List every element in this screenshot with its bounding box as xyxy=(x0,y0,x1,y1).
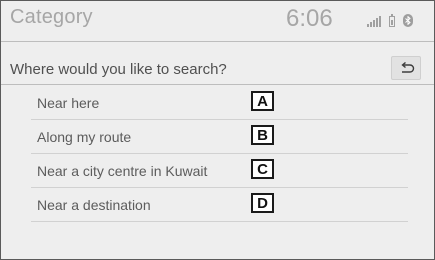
option-near-here[interactable]: Near here A xyxy=(31,85,408,120)
signal-strength-icon xyxy=(367,15,381,27)
clock: 6:06 xyxy=(286,5,333,32)
option-along-my-route[interactable]: Along my route B xyxy=(31,119,408,154)
option-marker: D xyxy=(251,193,274,213)
status-bar: Category 6:06 xyxy=(1,1,434,42)
option-label: Along my route xyxy=(37,129,132,145)
option-label: Near a city centre in Kuwait xyxy=(37,163,208,179)
bluetooth-icon xyxy=(403,14,413,27)
option-label: Near here xyxy=(37,95,100,111)
option-marker: C xyxy=(251,159,274,179)
back-button[interactable] xyxy=(391,56,421,80)
option-near-destination[interactable]: Near a destination D xyxy=(31,187,408,222)
battery-icon xyxy=(389,14,395,27)
screen-title: Category xyxy=(10,6,93,28)
option-marker: A xyxy=(251,91,274,111)
search-prompt: Where would you like to search? xyxy=(10,61,227,78)
option-marker: B xyxy=(251,125,274,145)
status-icons xyxy=(367,13,413,27)
option-label: Near a destination xyxy=(37,197,151,213)
search-prompt-row: Where would you like to search? xyxy=(1,52,434,85)
return-arrow-icon xyxy=(401,62,415,73)
option-near-city-centre[interactable]: Near a city centre in Kuwait C xyxy=(31,153,408,188)
screen-frame: Category 6:06 Where would you like to se… xyxy=(0,0,435,260)
